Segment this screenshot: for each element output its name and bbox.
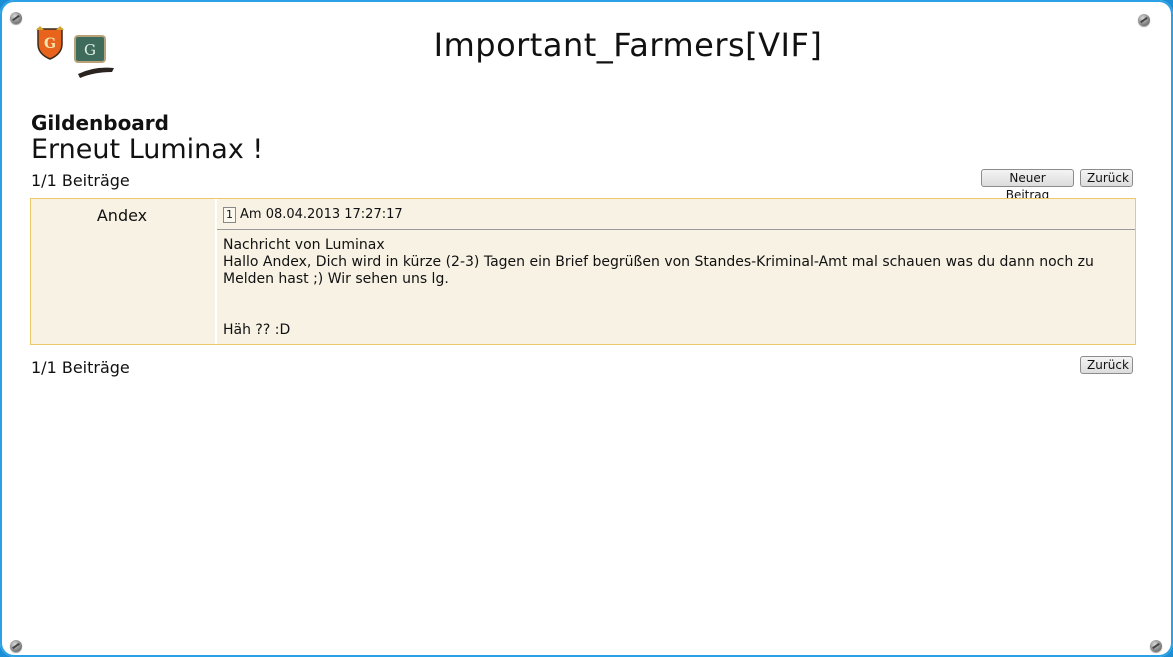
post-line: Nachricht von Luminax — [223, 237, 385, 253]
post-divider — [217, 229, 1135, 230]
post-line: Häh ?? :D — [223, 322, 291, 338]
post-header: 1 Am 08.04.2013 17:27:17 — [223, 207, 403, 223]
section-heading: Gildenboard — [31, 111, 169, 135]
post-count-top: 1/1 Beiträge — [31, 171, 130, 190]
back-button-top[interactable]: Zurück — [1080, 169, 1133, 187]
post-content-cell: 1 Am 08.04.2013 17:27:17 Nachricht von Lu… — [215, 199, 1135, 344]
post-author[interactable]: Andex — [31, 206, 213, 225]
post-line: Hallo Andex, Dich wird in kürze (2-3) Ta… — [223, 254, 1094, 287]
guild-title: Important_Farmers[VIF] — [433, 26, 823, 64]
post-body: Nachricht von Luminax Hallo Andex, Dich … — [223, 237, 1123, 339]
post-date: Am 08.04.2013 17:27:17 — [240, 207, 403, 222]
screw-icon — [1138, 14, 1150, 26]
post-item: Andex 1 Am 08.04.2013 17:27:17 Nachricht … — [30, 198, 1136, 345]
screw-icon — [1150, 640, 1162, 652]
screw-icon — [10, 12, 22, 24]
post-author-cell: Andex — [31, 199, 215, 344]
new-post-button[interactable]: Neuer Beitrag — [981, 169, 1074, 202]
post-count-bottom: 1/1 Beiträge — [31, 358, 130, 377]
post-number[interactable]: 1 — [223, 207, 236, 223]
guild-board-panel: G G Important_Farmers[VIF] Gildenboard E… — [0, 0, 1173, 657]
back-button-bottom[interactable]: Zurück — [1080, 356, 1133, 374]
screw-icon — [10, 640, 22, 652]
thread-title: Erneut Luminax ! — [31, 134, 264, 165]
